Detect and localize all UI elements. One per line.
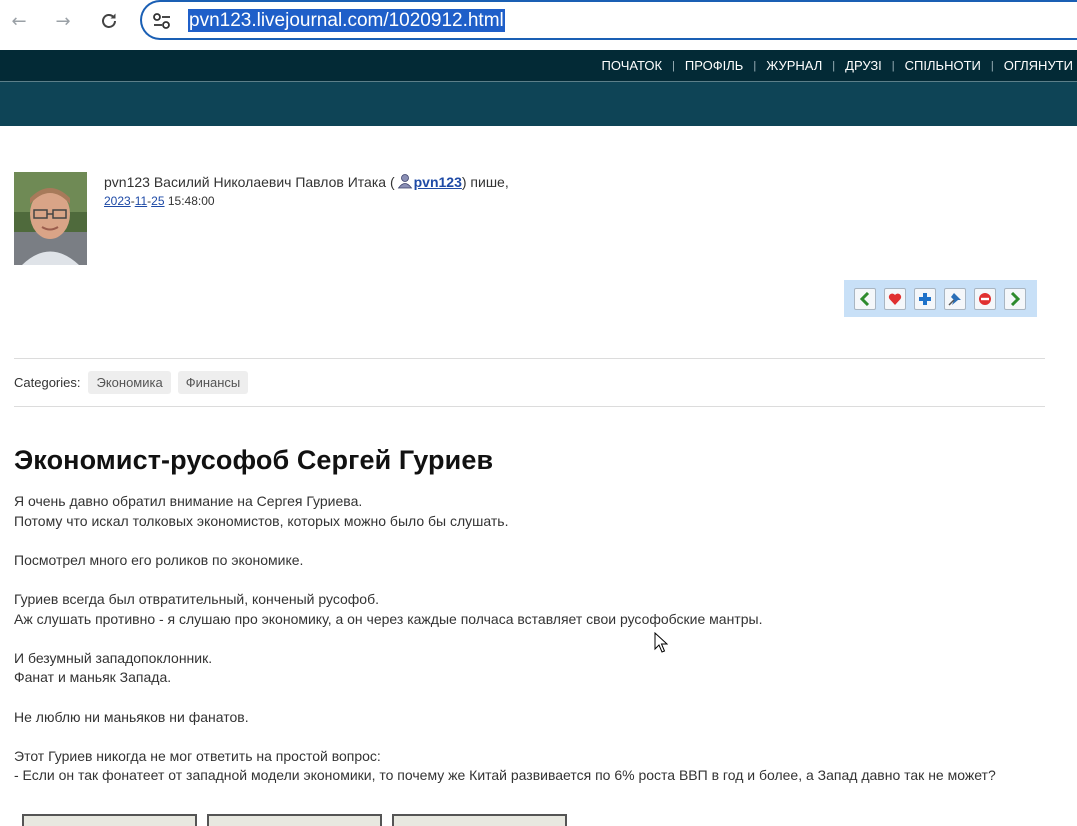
body-line: Гуриев всегда был отвратительный, кончен… [14, 590, 380, 607]
address-bar[interactable]: pvn123.livejournal.com/1020912.html [140, 0, 1077, 40]
back-button[interactable]: ← [6, 8, 32, 34]
site-header-band [0, 82, 1077, 126]
user-icon[interactable] [397, 173, 413, 189]
divider [14, 406, 1045, 407]
body-line: Я очень давно обратил внимание на Сергея… [14, 493, 363, 509]
body-line: Посмотрел много его роликов по экономике… [14, 551, 304, 568]
add-tag-icon [919, 292, 931, 305]
body-line: Не люблю ни маньяков ни фанатов. [14, 708, 249, 725]
writes-text: ) пише, [461, 174, 509, 190]
nav-separator: | [753, 59, 757, 72]
thumbnail-image[interactable] [392, 814, 567, 826]
add-to-memories-button[interactable] [884, 287, 906, 310]
thumbnail-image[interactable] [22, 814, 197, 826]
next-entry-button[interactable] [1004, 287, 1026, 310]
date-year-link[interactable]: 2023 [104, 194, 131, 208]
top-nav-item[interactable]: ОГЛЯНУТИ [1004, 58, 1073, 73]
post-title: Экономист-русофоб Сергей Гуриев [14, 445, 494, 475]
avatar[interactable] [14, 172, 87, 265]
prev-entry-icon [859, 291, 870, 306]
top-nav-item[interactable]: ПРОФІЛЬ | [685, 58, 766, 73]
top-nav-item[interactable]: ПОЧАТОК | [602, 58, 685, 73]
post-time: 15:48:00 [167, 194, 215, 208]
thumbnail-image[interactable] [207, 814, 382, 826]
arrow-left-icon: ← [11, 10, 27, 32]
top-nav-item[interactable]: ДРУЗІ | [845, 58, 905, 73]
nav-separator: | [832, 59, 836, 72]
post-date: 2023-11-25 15:48:00 [104, 194, 215, 208]
image-thumbnails [22, 814, 567, 826]
body-line: И безумный западопоклонник. [14, 649, 213, 666]
divider [14, 358, 1045, 359]
date-month-link[interactable]: 11 [135, 194, 147, 208]
category-tag[interactable]: Экономика [88, 371, 171, 394]
prev-entry-button[interactable] [854, 287, 876, 310]
post-body: Я очень давно обратил внимание на Сергея… [14, 492, 1054, 786]
next-entry-icon [1010, 291, 1021, 306]
top-nav-list: ПОЧАТОК | ПРОФІЛЬ | ЖУРНАЛ | ДРУЗІ | СПІЛЬНОТИ | О… [602, 50, 1073, 81]
top-nav-label: СПІЛЬНОТИ [904, 58, 981, 73]
track-icon [948, 292, 961, 306]
top-nav-label: ПОЧАТОК [601, 58, 663, 73]
add-tag-button[interactable] [914, 287, 936, 310]
flag-icon [979, 292, 991, 305]
author-line: pvn123 Василий Николаевич Павлов Итака (… [104, 173, 509, 190]
body-line: Этот Гуриев никогда не мог ответить на п… [14, 747, 381, 764]
top-nav-item[interactable]: СПІЛЬНОТИ | [905, 58, 1004, 73]
body-line: Фанат и маньяк Запада. [14, 669, 172, 686]
mouse-cursor-icon [654, 632, 668, 653]
site-top-navigation: ПОЧАТОК | ПРОФІЛЬ | ЖУРНАЛ | ДРУЗІ | СПІЛЬНОТИ | О… [0, 50, 1077, 82]
forward-button[interactable]: → [50, 8, 76, 34]
reload-button[interactable] [96, 8, 122, 34]
url-text[interactable]: pvn123.livejournal.com/1020912.html [188, 9, 505, 32]
categories-bar: Categories: Экономика Финансы [14, 370, 255, 395]
date-day-link[interactable]: 25 [151, 194, 164, 208]
author-display-name: pvn123 Василий Николаевич Павлов Итака ( [104, 174, 395, 190]
body-line: Аж слушать противно - я слушаю про эконо… [14, 610, 763, 627]
nav-separator: | [672, 59, 675, 72]
entry-toolbar [844, 280, 1037, 317]
add-to-memories-icon [888, 293, 902, 305]
browser-toolbar: ← → pvn123.livejournal.com/1020912.html [0, 0, 1077, 50]
track-button[interactable] [944, 287, 966, 310]
body-line: Потому что искал толковых экономистов, к… [14, 512, 509, 529]
category-tag[interactable]: Финансы [177, 371, 249, 394]
top-nav-label: ОГЛЯНУТИ [1003, 58, 1073, 73]
body-line: - Если он так фонатеет от западной модел… [14, 767, 996, 784]
username-link[interactable]: pvn123 [414, 174, 462, 190]
top-nav-label: ДРУЗІ [845, 58, 882, 73]
top-nav-label: ПРОФІЛЬ [684, 58, 744, 73]
top-nav-label: ЖУРНАЛ [766, 58, 823, 73]
site-settings-icon[interactable] [152, 12, 172, 30]
categories-label: Categories: [14, 375, 81, 390]
reload-icon [102, 13, 116, 28]
nav-separator: | [891, 59, 895, 72]
nav-separator: | [990, 59, 994, 72]
flag-button[interactable] [974, 287, 996, 310]
top-nav-item[interactable]: ЖУРНАЛ | [766, 58, 845, 73]
arrow-right-icon: → [55, 10, 71, 32]
